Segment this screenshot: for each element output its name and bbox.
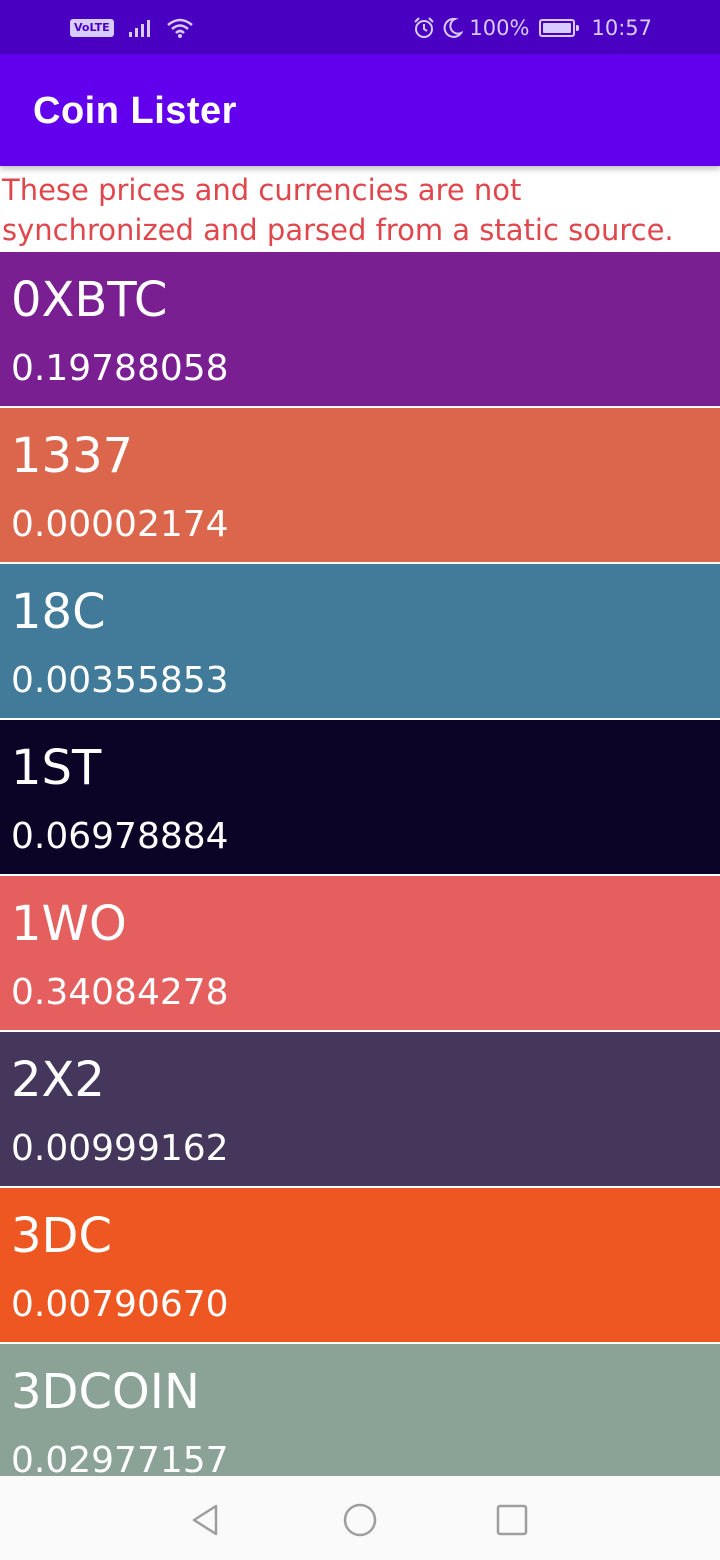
moon-icon [444,17,464,38]
coin-name: 18C [11,584,106,640]
signal-icon [128,20,150,37]
app-bar: Coin Lister [0,54,720,166]
coin-list-item[interactable]: 3DCOIN 0.02977157 [0,1344,720,1476]
coin-list[interactable]: 0XBTC 0.19788058 1337 0.00002174 18C 0.003558… [0,252,720,1476]
recents-icon[interactable] [492,1500,532,1540]
coin-price: 0.02977157 [11,1440,229,1476]
coin-list-item[interactable]: 2X2 0.00999162 [0,1032,720,1186]
coin-price: 0.00790670 [11,1284,229,1325]
navigation-bar [0,1476,720,1560]
coin-price: 0.19788058 [11,348,229,389]
static-source-notice: These prices and currencies are not sync… [2,173,674,247]
coin-list-item[interactable]: 0XBTC 0.19788058 [0,252,720,406]
coin-list-item[interactable]: 18C 0.00355853 [0,564,720,718]
coin-name: 1WO [11,896,127,952]
coin-name: 1ST [11,740,102,796]
wifi-icon [166,18,193,38]
battery-percent: 100% [469,16,530,40]
coin-name: 3DCOIN [11,1364,200,1420]
coin-price: 0.00999162 [11,1128,229,1169]
home-icon[interactable] [340,1500,380,1540]
status-left-group: VoLTE [70,14,194,42]
coin-price: 0.34084278 [11,972,229,1013]
back-icon[interactable] [186,1500,226,1540]
status-bar: VoLTE 100% 10:57 [0,0,720,54]
coin-name: 2X2 [11,1052,105,1108]
coin-list-item[interactable]: 1ST 0.06978884 [0,720,720,874]
alarm-icon [414,17,435,38]
status-time: 10:57 [591,16,652,40]
coin-price: 0.06978884 [11,816,229,857]
coin-price: 0.00002174 [11,504,229,545]
status-right-group: 100% 10:57 [413,14,652,42]
app-title: Coin Lister [33,90,237,132]
coin-price: 0.00355853 [11,660,229,701]
coin-name: 1337 [11,428,134,484]
coin-list-item[interactable]: 1WO 0.34084278 [0,876,720,1030]
volte-icon: VoLTE [70,19,114,37]
coin-name: 0XBTC [11,272,168,328]
battery-icon [539,19,580,37]
coin-list-item[interactable]: 3DC 0.00790670 [0,1188,720,1342]
coin-list-item[interactable]: 1337 0.00002174 [0,408,720,562]
coin-name: 3DC [11,1208,113,1264]
